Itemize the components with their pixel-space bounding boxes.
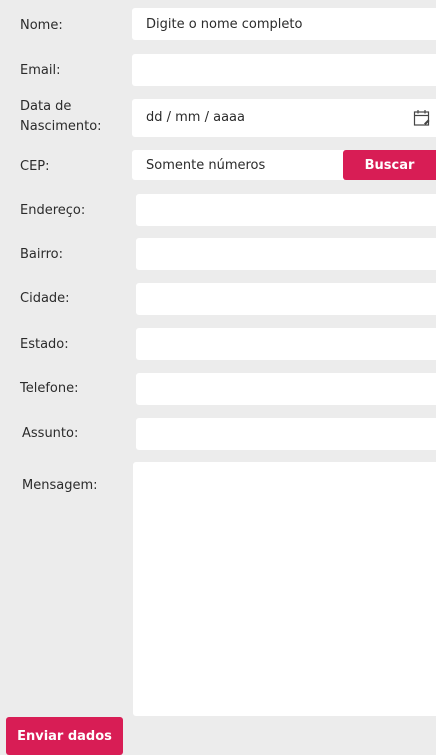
search-cep-button[interactable]: Buscar xyxy=(343,150,436,180)
subject-input[interactable] xyxy=(136,418,436,450)
birthdate-label-line2: Nascimento: xyxy=(20,119,102,134)
cep-input[interactable] xyxy=(132,150,344,180)
birthdate-placeholder: dd / mm / aaaa xyxy=(146,110,245,125)
name-label: Nome: xyxy=(20,18,63,33)
birthdate-input[interactable]: dd / mm / aaaa xyxy=(132,99,436,137)
calendar-icon[interactable] xyxy=(412,108,432,128)
submit-button[interactable]: Enviar dados xyxy=(6,717,123,755)
message-textarea[interactable] xyxy=(133,462,436,716)
district-input[interactable] xyxy=(136,238,436,270)
birthdate-label-line1: Data de xyxy=(20,99,72,114)
name-input[interactable] xyxy=(132,8,436,40)
phone-input[interactable] xyxy=(136,373,436,405)
district-label: Bairro: xyxy=(20,247,64,262)
address-input[interactable] xyxy=(136,194,436,226)
email-label: Email: xyxy=(20,63,61,78)
contact-form: Nome: Email: Data de Nascimento: dd / mm… xyxy=(0,0,436,755)
subject-label: Assunto: xyxy=(22,426,79,441)
city-input[interactable] xyxy=(136,283,436,315)
email-input[interactable] xyxy=(132,54,436,86)
state-input[interactable] xyxy=(136,328,436,360)
state-label: Estado: xyxy=(20,337,69,352)
city-label: Cidade: xyxy=(20,291,70,306)
phone-label: Telefone: xyxy=(20,381,79,396)
address-label: Endereço: xyxy=(20,203,86,218)
message-label: Mensagem: xyxy=(22,478,98,493)
cep-label: CEP: xyxy=(20,159,50,174)
